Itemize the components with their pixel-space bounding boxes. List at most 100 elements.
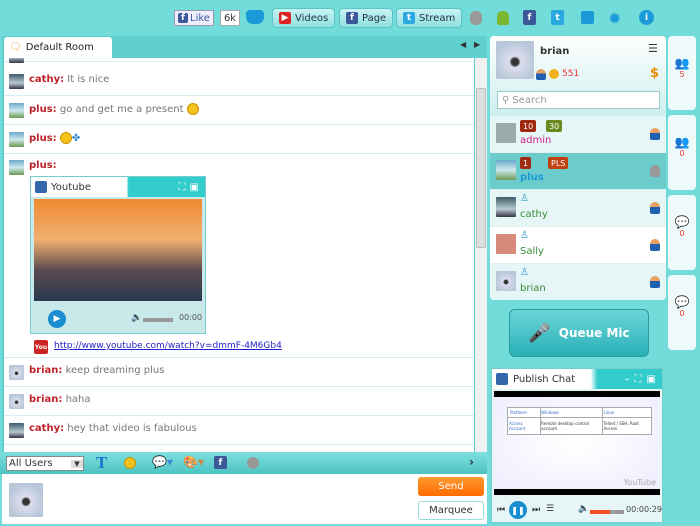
pause-button[interactable]: ❚❚ xyxy=(509,501,527,519)
next-icon[interactable]: ⏭ xyxy=(532,505,540,515)
side-tab-private-chat[interactable]: 💬 0 xyxy=(668,275,696,350)
tab-count: 0 xyxy=(679,309,685,318)
fullscreen-icon[interactable]: ⛶ xyxy=(179,182,186,193)
videos-label: Videos xyxy=(295,12,329,24)
smiley-icon xyxy=(186,103,199,115)
tab-default-room[interactable]: 🗨 Default Room xyxy=(4,37,112,58)
message-author[interactable]: cathy xyxy=(29,74,60,85)
side-tab-friends[interactable]: 👥 0 xyxy=(668,115,696,190)
dollar-icon[interactable]: $ xyxy=(650,66,659,81)
youtube-watermark: YouTube xyxy=(623,478,656,487)
chevron-down-icon: ▼ xyxy=(71,459,83,468)
user-icon xyxy=(650,202,660,214)
facebook-add-icon[interactable]: f xyxy=(523,10,536,25)
publish-chat-window: Publish Chat – ⛶ ▣ Platform Windows Linux Ac… xyxy=(491,368,663,523)
scrollbar-thumb[interactable] xyxy=(476,88,486,248)
previous-icon[interactable]: ⏮ xyxy=(497,505,505,515)
tab-scroll-right-icon[interactable]: ▶ xyxy=(474,40,480,49)
user-row-plus[interactable]: 1 PLS plus xyxy=(490,153,666,190)
youtube-link[interactable]: http://www.youtube.com/watch?v=dmmF-4M6G… xyxy=(54,341,282,351)
recipient-select[interactable]: All Users ▼ xyxy=(6,456,84,471)
seal-avatar-icon[interactable] xyxy=(247,457,259,469)
emoticon-icon[interactable] xyxy=(124,457,136,469)
avatar xyxy=(9,423,24,438)
message-input-area[interactable]: Send Marquee xyxy=(2,474,487,524)
bubble-icon[interactable]: 💬▾ xyxy=(152,455,173,469)
fullscreen-icon[interactable]: ⛶ xyxy=(635,374,642,385)
seek-bar[interactable] xyxy=(143,318,173,322)
send-button[interactable]: Send xyxy=(418,477,484,496)
profile-header: brian ☰ 551 $ ⚲ Search xyxy=(490,36,666,116)
user-panel: brian ☰ 551 $ ⚲ Search 10 30 admin 1 PLS plus… xyxy=(490,36,666,300)
play-button[interactable]: ▶ xyxy=(48,310,66,328)
message-row: brian: keep dreaming plus xyxy=(4,358,474,387)
avatar xyxy=(9,74,24,89)
minimize-icon[interactable]: – xyxy=(625,374,630,385)
facebook-icon: f xyxy=(178,13,188,23)
videos-button[interactable]: ▶ Videos xyxy=(272,8,336,28)
android-icon[interactable] xyxy=(497,11,509,25)
message-row xyxy=(4,58,474,63)
text-format-icon[interactable]: T xyxy=(96,454,107,472)
palette-icon[interactable]: 🎨▾ xyxy=(183,455,204,469)
avatar xyxy=(9,103,24,118)
tab-scroll-left-icon[interactable]: ◀ xyxy=(460,40,466,49)
chevron-right-icon[interactable]: › xyxy=(469,455,474,469)
stream-button[interactable]: t Stream xyxy=(396,8,463,28)
coin-count: 551 xyxy=(562,69,580,79)
message-text: hey that video is fabulous xyxy=(67,423,197,434)
message-row: plus: go and get me a present xyxy=(4,96,474,125)
side-tab-webcam[interactable]: 💬 0 xyxy=(668,195,696,270)
message-author[interactable]: brian xyxy=(29,365,58,376)
fb-like-button[interactable]: f Like 6k xyxy=(174,10,241,26)
webcam-chat-icon: 💬 xyxy=(674,215,690,229)
profile-avatar[interactable] xyxy=(496,41,534,79)
gift-icon[interactable] xyxy=(581,11,594,24)
message-author[interactable]: plus xyxy=(29,160,53,171)
points-badge: 30 xyxy=(546,120,563,132)
chat-room-icon: 🗨 xyxy=(9,42,22,53)
video-thumbnail-mosque[interactable] xyxy=(34,199,202,301)
message-author[interactable]: brian xyxy=(29,394,58,405)
user-row-admin[interactable]: 10 30 admin xyxy=(490,116,666,153)
gear-icon[interactable]: ✹ xyxy=(608,9,621,28)
tab-count: 5 xyxy=(679,70,685,79)
video-icon xyxy=(35,181,47,193)
like-count: 6k xyxy=(219,10,241,26)
queue-mic-button[interactable]: 🎤 Queue Mic xyxy=(509,309,649,357)
maximize-icon[interactable]: ▣ xyxy=(190,182,199,193)
marquee-button[interactable]: Marquee xyxy=(418,501,484,520)
side-tab-users[interactable]: 👥 5 xyxy=(668,36,696,110)
info-icon[interactable]: i xyxy=(639,10,654,25)
avatar xyxy=(9,160,24,175)
user-row-cathy[interactable]: ♙ cathy xyxy=(490,190,666,227)
message-author[interactable]: plus xyxy=(29,133,53,144)
avatar xyxy=(9,58,24,63)
apple-icon[interactable] xyxy=(470,11,482,25)
controller-icon[interactable] xyxy=(246,10,264,24)
message-author[interactable]: plus xyxy=(29,104,53,115)
maximize-icon[interactable]: ▣ xyxy=(647,374,656,385)
twitter-add-icon[interactable]: t xyxy=(551,10,564,25)
user-icon xyxy=(650,239,660,251)
page-button[interactable]: f Page xyxy=(339,8,394,28)
coins-icon xyxy=(549,69,559,79)
user-row-sally[interactable]: ♙ Sally xyxy=(490,227,666,264)
playback-time: 00:00:29 xyxy=(626,505,662,514)
user-row-brian[interactable]: ♙ brian xyxy=(490,264,666,300)
chat-scrollbar[interactable] xyxy=(475,58,487,452)
level-badge: 1 xyxy=(520,157,532,169)
playlist-icon[interactable]: ☰ xyxy=(546,504,554,514)
volume-icon[interactable]: 🔈 xyxy=(578,504,589,514)
youtube-icon: ▶ xyxy=(279,12,291,24)
my-avatar xyxy=(9,483,43,517)
microphone-icon: 🎤 xyxy=(528,322,551,344)
menu-list-icon[interactable]: ☰ xyxy=(648,42,658,55)
video-screen[interactable]: Platform Windows Linux Access Account Remot… xyxy=(494,391,660,495)
search-input[interactable]: ⚲ Search xyxy=(497,91,660,109)
volume-slider[interactable] xyxy=(590,510,624,514)
avatar xyxy=(9,394,24,409)
facebook-share-icon[interactable]: f xyxy=(214,456,227,469)
message-author[interactable]: cathy xyxy=(29,423,60,434)
volume-icon[interactable]: 🔈 xyxy=(131,313,142,323)
